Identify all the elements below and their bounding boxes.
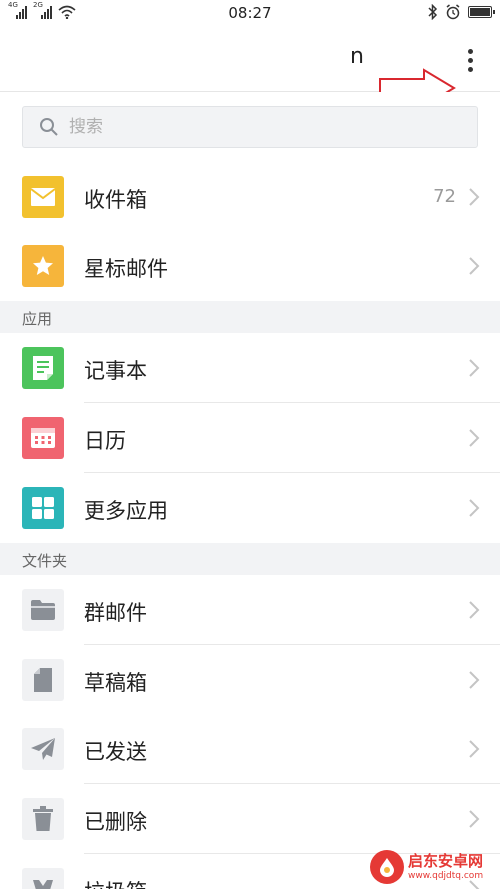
search-box[interactable] — [22, 106, 478, 148]
watermark: 启东安卓网 www.qdjdtq.com — [370, 848, 498, 886]
chevron-right-icon — [469, 429, 480, 447]
watermark-text: 启东安卓网 www.qdjdtq.com — [408, 851, 484, 881]
alarm-icon — [446, 4, 460, 20]
section-folders-label: 文件夹 — [22, 552, 68, 570]
section-header-folders: 文件夹 — [0, 543, 500, 575]
battery-icon — [468, 6, 495, 18]
status-right — [428, 4, 495, 20]
starred-label: 星标邮件 — [84, 257, 168, 281]
watermark-logo-icon — [370, 850, 404, 884]
status-bar: 4G 2G 08:27 — [0, 0, 500, 28]
chevron-right-icon — [469, 810, 480, 828]
group-mail-label: 群邮件 — [84, 601, 147, 625]
chevron-right-icon — [469, 740, 480, 758]
search-icon — [40, 118, 58, 136]
chevron-right-icon — [469, 601, 480, 619]
inbox-label: 收件箱 — [84, 188, 147, 212]
section-header-apps: 应用 — [0, 301, 500, 333]
calendar-label: 日历 — [84, 429, 126, 453]
mail-icon — [22, 176, 64, 218]
watermark-title: 启东安卓网 — [408, 851, 484, 870]
list-item-notepad[interactable]: 记事本 — [0, 333, 500, 403]
section-apps-label: 应用 — [22, 310, 53, 328]
apps-grid-icon — [22, 487, 64, 529]
account-title: n — [350, 44, 364, 69]
more-vertical-icon — [467, 48, 473, 54]
inbox-count: 72 — [433, 186, 456, 207]
send-icon — [22, 728, 64, 770]
list-item-deleted[interactable]: 已删除 — [0, 784, 500, 854]
bluetooth-icon — [428, 4, 438, 20]
notepad-icon — [22, 347, 64, 389]
notepad-label: 记事本 — [84, 359, 147, 383]
calendar-icon — [22, 417, 64, 459]
list-item-more-apps[interactable]: 更多应用 — [0, 473, 500, 543]
search-area — [0, 92, 500, 162]
spam-icon — [22, 868, 64, 889]
spam-label: 垃圾箱 — [84, 876, 147, 889]
list-item-inbox[interactable]: 收件箱 72 — [0, 162, 500, 232]
drafts-label: 草稿箱 — [84, 671, 147, 695]
status-time: 08:27 — [228, 4, 272, 22]
deleted-label: 已删除 — [84, 810, 147, 834]
more-apps-label: 更多应用 — [84, 499, 168, 523]
watermark-url: www.qdjdtq.com — [408, 870, 484, 881]
more-options-button[interactable] — [458, 44, 482, 76]
list-item-starred[interactable]: 星标邮件 — [0, 231, 500, 301]
chevron-right-icon — [469, 359, 480, 377]
folder-icon — [22, 589, 64, 631]
trash-icon — [22, 798, 64, 840]
top-bar: n — [0, 28, 500, 108]
star-icon — [22, 245, 64, 287]
draft-icon — [22, 659, 64, 701]
list-item-calendar[interactable]: 日历 — [0, 403, 500, 473]
list-item-group-mail[interactable]: 群邮件 — [0, 575, 500, 645]
chevron-right-icon — [469, 257, 480, 275]
list-item-drafts[interactable]: 草稿箱 — [0, 645, 500, 715]
sent-label: 已发送 — [84, 740, 147, 764]
chevron-right-icon — [469, 671, 480, 689]
chevron-right-icon — [469, 188, 480, 206]
chevron-right-icon — [469, 499, 480, 517]
list-item-sent[interactable]: 已发送 — [0, 714, 500, 784]
search-input[interactable] — [69, 117, 449, 137]
